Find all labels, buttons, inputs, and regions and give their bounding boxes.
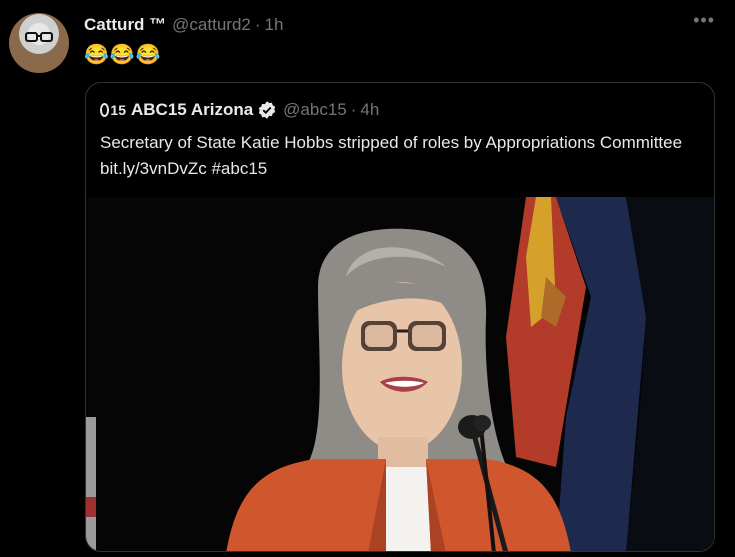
logo-text: 15	[110, 102, 126, 118]
quoted-header: 15 ABC15 Arizona @abc15 · 4h	[100, 100, 379, 120]
tweet-header: Catturd ™ @catturd2 · 1h	[84, 15, 283, 35]
display-name[interactable]: Catturd ™	[84, 15, 166, 35]
tweet-text: 😂😂😂	[84, 44, 162, 66]
abc15-logo-icon: 15	[100, 100, 126, 120]
quoted-separator: ·	[350, 100, 357, 119]
handle[interactable]: @catturd2	[172, 15, 251, 35]
more-icon[interactable]: •••	[693, 10, 715, 31]
avatar[interactable]	[9, 13, 69, 73]
tweet[interactable]: Catturd ™ @catturd2 · 1h ••• 😂😂😂 15 ABC1…	[0, 0, 735, 557]
verified-badge-icon	[259, 101, 276, 119]
separator: ·	[254, 15, 261, 34]
news-photo[interactable]	[86, 197, 715, 552]
quoted-text: Secretary of State Katie Hobbs stripped …	[100, 133, 683, 178]
quoted-handle[interactable]: @abc15	[283, 100, 347, 120]
quoted-display-name[interactable]: ABC15 Arizona	[131, 100, 253, 120]
quoted-timestamp[interactable]: 4h	[360, 100, 379, 120]
glasses-icon	[25, 32, 53, 42]
timestamp[interactable]: 1h	[265, 15, 284, 35]
quoted-tweet[interactable]: 15 ABC15 Arizona @abc15 · 4h Secretary o…	[85, 82, 715, 552]
